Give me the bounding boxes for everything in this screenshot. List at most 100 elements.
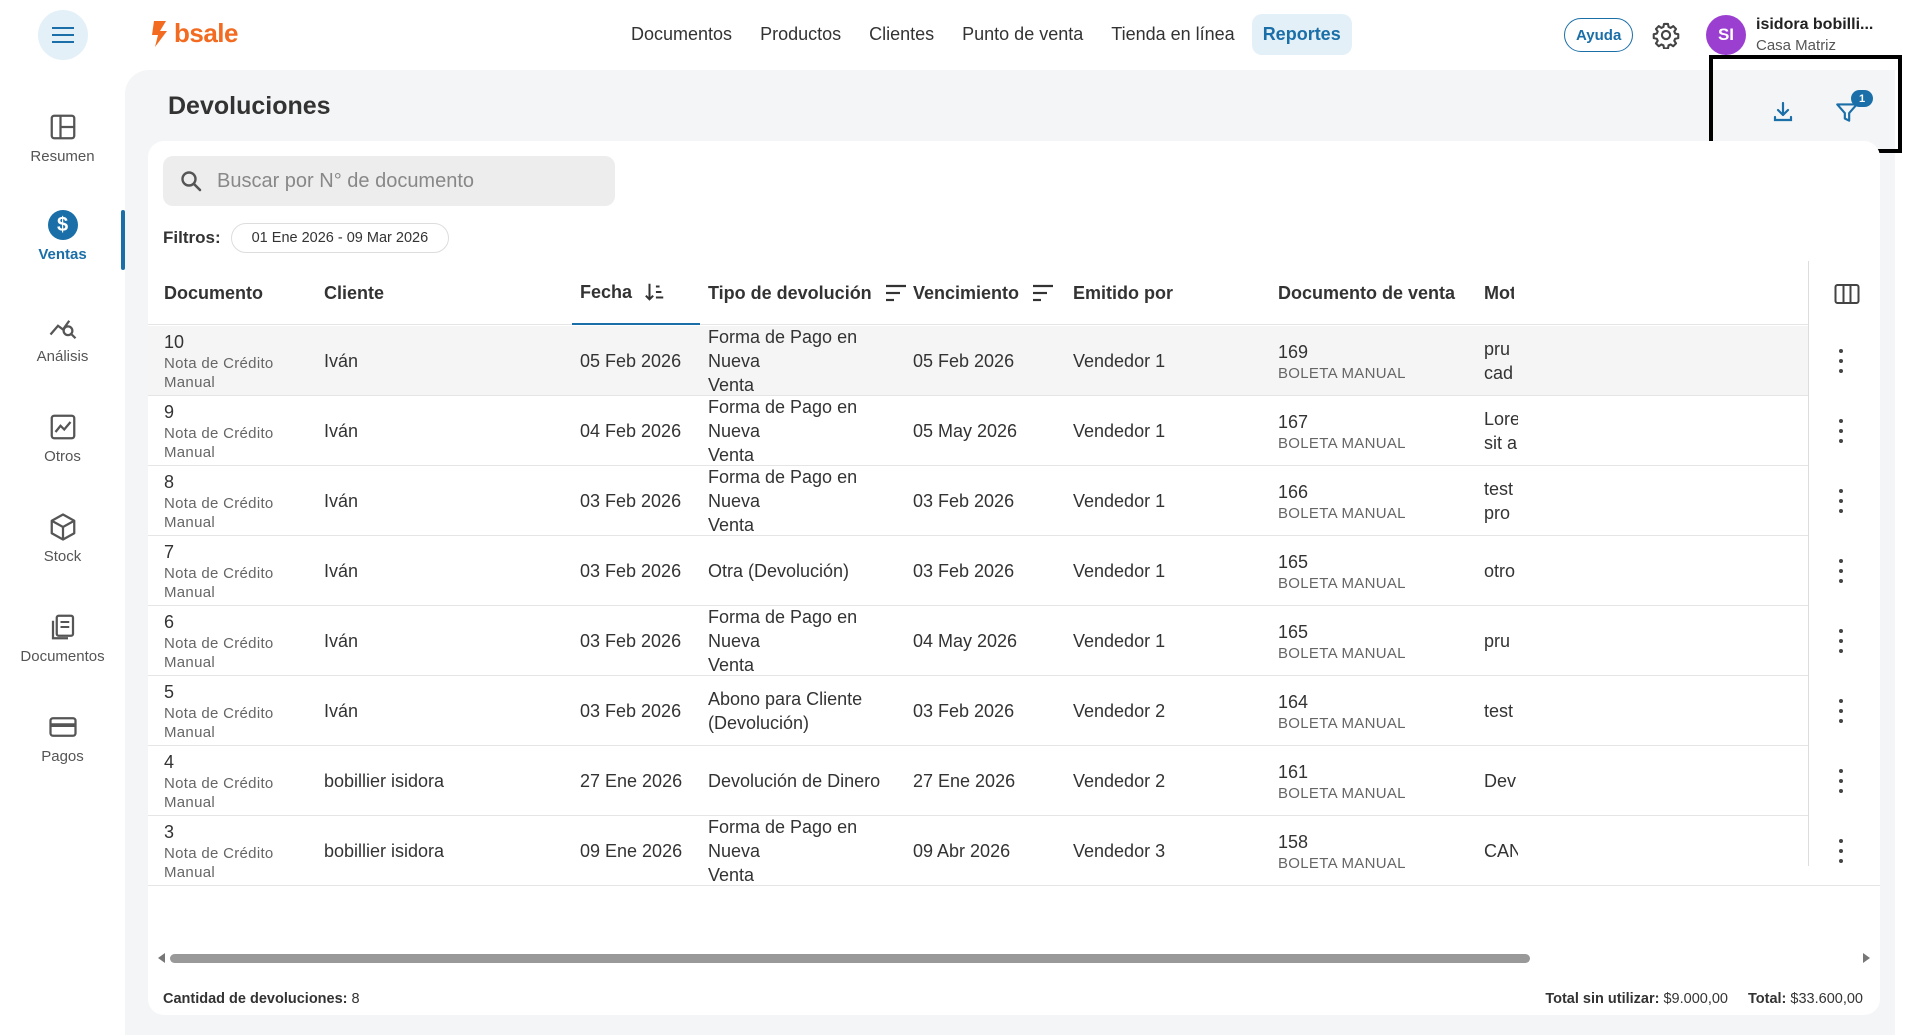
cell-documento-line: 5	[164, 682, 175, 702]
column-label: Cliente	[324, 282, 385, 303]
cell-documento-venta: 166 BOLETA MANUAL	[1278, 466, 1478, 536]
col-documento[interactable]: Documento	[164, 261, 263, 325]
nav-punto-de-venta[interactable]: Punto de venta	[951, 14, 1094, 55]
columns-icon[interactable]	[1834, 283, 1860, 305]
sidebar-item-stock[interactable]: Stock	[0, 500, 125, 580]
table-row[interactable]: 3 Nota de Crédito Manual bobillier isidora…	[148, 816, 1880, 886]
cell-documento-line: Nota de Crédito Manual	[164, 425, 274, 461]
table-row[interactable]: 5 Nota de Crédito Manual Iván 03 Feb 2026 Ab…	[148, 676, 1880, 746]
scroll-left-icon[interactable]	[158, 953, 165, 963]
col-documento-venta[interactable]: Documento de venta	[1278, 261, 1455, 325]
more-vert-icon[interactable]	[1836, 489, 1846, 513]
box-icon	[50, 513, 75, 541]
user-name[interactable]: isidora bobilli...	[1756, 16, 1873, 34]
cell-vencimiento: 05 Feb 2026	[913, 326, 1063, 396]
search-input[interactable]	[217, 169, 597, 193]
sidebar-item-otros[interactable]: Otros	[0, 400, 125, 480]
table-row[interactable]: 9 Nota de Crédito Manual Iván 04 Feb 2026 Fo…	[148, 396, 1880, 466]
more-vert-icon[interactable]	[1836, 769, 1846, 793]
cell-documento: 4 Nota de Crédito Manual	[164, 746, 324, 816]
cell-documento-line: 9	[164, 402, 175, 422]
cell-motivo: CAN	[1484, 816, 1518, 886]
brand-name: bsale	[174, 18, 239, 48]
cell-vencimiento: 03 Feb 2026	[913, 676, 1063, 746]
cell-documento-venta: 161 BOLETA MANUAL	[1278, 746, 1478, 816]
hamburger-menu-button[interactable]	[38, 10, 88, 60]
nav-tienda-en-linea[interactable]: Tienda en línea	[1100, 14, 1245, 55]
cell-cliente: Iván	[324, 466, 564, 536]
table-row[interactable]: 7 Nota de Crédito Manual Iván 03 Feb 2026 Ot…	[148, 536, 1880, 606]
cell-emitido-por: Vendedor 1	[1073, 466, 1273, 536]
cell-motivo: test pro	[1484, 466, 1518, 536]
nav-clientes[interactable]: Clientes	[858, 14, 945, 55]
nav-productos[interactable]: Productos	[749, 14, 852, 55]
more-vert-icon[interactable]	[1836, 559, 1846, 583]
cell-emitido-por-line: Vendedor 1	[1073, 561, 1166, 581]
date-range-chip[interactable]: 01 Ene 2026 - 09 Mar 2026	[230, 223, 450, 253]
search-box[interactable]	[163, 156, 615, 206]
cell-vencimiento-line: 03 Feb 2026	[913, 491, 1015, 511]
cell-tipo-devolucion: Forma de Pago en Nueva Venta	[708, 396, 908, 466]
table-row[interactable]: 10 Nota de Crédito Manual Iván 05 Feb 2026 F…	[148, 326, 1880, 396]
column-label: Vencimiento	[913, 282, 1020, 303]
cell-emitido-por-line: Vendedor 1	[1073, 351, 1166, 371]
col-emitido-por[interactable]: Emitido por	[1073, 261, 1173, 325]
cell-emitido-por: Vendedor 2	[1073, 676, 1273, 746]
cell-vencimiento-line: 09 Abr 2026	[913, 841, 1011, 861]
sidebar-item-label: Pagos	[41, 748, 84, 765]
scroll-thumb[interactable]	[170, 954, 1530, 963]
more-vert-icon[interactable]	[1836, 699, 1846, 723]
user-avatar[interactable]: SI	[1706, 15, 1746, 55]
more-vert-icon[interactable]	[1836, 839, 1846, 863]
scroll-right-icon[interactable]	[1863, 953, 1870, 963]
chart-icon	[50, 414, 75, 440]
sidebar-item-pagos[interactable]: Pagos	[0, 700, 125, 780]
nav-reportes[interactable]: Reportes	[1251, 14, 1352, 55]
cell-cliente: Iván	[324, 396, 564, 466]
cell-tipo-devolucion: Forma de Pago en Nueva Venta	[708, 466, 908, 536]
table-row[interactable]: 8 Nota de Crédito Manual Iván 03 Feb 2026 Fo…	[148, 466, 1880, 536]
cell-cliente-line: Iván	[324, 421, 359, 441]
more-vert-icon[interactable]	[1836, 629, 1846, 653]
table-row[interactable]: 6 Nota de Crédito Manual Iván 03 Feb 2026 Fo…	[148, 606, 1880, 676]
cell-tipo-devolucion-line: Forma de Pago en Nueva	[708, 817, 858, 861]
col-tipo-devolucion[interactable]: Tipo de devolución	[708, 261, 908, 325]
sidebar-item-documentos[interactable]: Documentos	[0, 600, 125, 680]
help-button[interactable]: Ayuda	[1564, 18, 1634, 52]
cell-documento-venta: 165 BOLETA MANUAL	[1278, 606, 1478, 676]
filter-button[interactable]: 1	[1825, 90, 1873, 134]
nav-documentos[interactable]: Documentos	[620, 14, 743, 55]
sidebar-item-ventas[interactable]: $ Ventas	[0, 200, 125, 280]
download-button[interactable]	[1761, 90, 1805, 134]
cell-fecha: 04 Feb 2026	[580, 396, 700, 466]
sidebar-item-label: Resumen	[30, 148, 95, 165]
top-bar: bsale Documentos Productos Clientes Punt…	[0, 0, 1910, 70]
sidebar-item-resumen[interactable]: Resumen	[0, 100, 125, 180]
cell-fecha-line: 27 Ene 2026	[580, 771, 683, 791]
cell-documento-venta-line: 167	[1278, 411, 1309, 432]
cell-documento-line: Nota de Crédito Manual	[164, 635, 274, 671]
col-fecha[interactable]: Fecha	[572, 261, 700, 325]
cell-motivo: Dev	[1484, 746, 1518, 816]
cell-vencimiento: 03 Feb 2026	[913, 536, 1063, 606]
more-vert-icon[interactable]	[1836, 419, 1846, 443]
cell-documento: 8 Nota de Crédito Manual	[164, 466, 324, 536]
col-motivo[interactable]: Mot	[1484, 261, 1514, 325]
col-vencimiento[interactable]: Vencimiento	[913, 261, 1055, 325]
bsale-logo[interactable]: bsale	[150, 18, 239, 49]
gear-icon[interactable]	[1652, 21, 1680, 49]
cell-fecha: 03 Feb 2026	[580, 606, 700, 676]
cell-documento: 9 Nota de Crédito Manual	[164, 396, 324, 466]
horizontal-scrollbar[interactable]	[158, 951, 1870, 965]
cell-fecha: 09 Ene 2026	[580, 816, 700, 886]
cell-documento-venta-line: 158	[1278, 831, 1309, 852]
cell-documento-venta: 165 BOLETA MANUAL	[1278, 536, 1478, 606]
cell-fecha: 27 Ene 2026	[580, 746, 700, 816]
table-row[interactable]: 4 Nota de Crédito Manual bobillier isidora…	[148, 746, 1880, 816]
cell-emitido-por: Vendedor 1	[1073, 606, 1273, 676]
more-vert-icon[interactable]	[1836, 349, 1846, 373]
cell-vencimiento: 09 Abr 2026	[913, 816, 1063, 886]
col-cliente[interactable]: Cliente	[324, 261, 384, 325]
sidebar-item-analisis[interactable]: Análisis	[0, 300, 125, 380]
results-card: Filtros: 01 Ene 2026 - 09 Mar 2026 Docum…	[148, 141, 1880, 1015]
